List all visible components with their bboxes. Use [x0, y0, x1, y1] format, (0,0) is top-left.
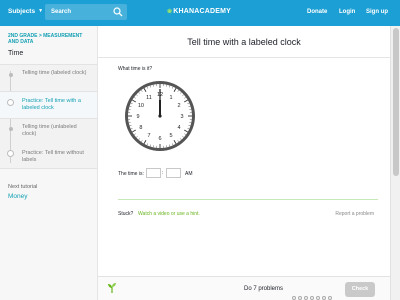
- stuck-label: Stuck?: [118, 211, 134, 217]
- hint-divider: [118, 199, 378, 200]
- exercise-dot-icon: [7, 150, 14, 157]
- progress-dot: [304, 296, 308, 300]
- time-label: The time is:: [118, 171, 144, 177]
- next-tutorial-label: Next tutorial: [8, 184, 38, 190]
- search-box[interactable]: Search: [45, 4, 127, 20]
- question-text: What time is it?: [118, 66, 153, 72]
- clock-center: [158, 114, 162, 118]
- donate-link[interactable]: Donate: [307, 9, 327, 15]
- clock-number: 6: [158, 136, 161, 142]
- khan-academy-logo[interactable]: ❀KHANACADEMY: [167, 8, 231, 15]
- search-icon[interactable]: [113, 7, 123, 17]
- hint-link[interactable]: Watch a video or use a hint.: [138, 211, 200, 217]
- clock-number: 11: [146, 95, 152, 101]
- subjects-label: Subjects: [8, 8, 36, 15]
- exercise-footer: Do 7 problems Check: [98, 276, 390, 300]
- clock-number: 5: [169, 133, 172, 139]
- page-title: Time: [8, 50, 24, 57]
- top-navigation-bar: Subjects ▼ Search ❀KHANACADEMY Donate Log…: [0, 0, 400, 26]
- clock-number: 9: [136, 114, 139, 120]
- check-button[interactable]: Check: [345, 282, 375, 297]
- tutorial-item-label: Practice: Tell time with a labeled clock: [22, 98, 81, 111]
- progress-dot: [316, 296, 320, 300]
- subjects-menu[interactable]: Subjects ▼: [8, 8, 43, 15]
- divider: [98, 57, 390, 58]
- next-tutorial-link[interactable]: Money: [8, 193, 28, 200]
- tutorial-item-label: Practice: Tell time without labels: [22, 150, 84, 163]
- time-separator: :: [162, 170, 164, 176]
- video-dot-icon: [8, 127, 13, 131]
- sprout-icon: [108, 283, 116, 293]
- progress-dot: [292, 296, 296, 300]
- clock-face: 121234567891011: [125, 81, 195, 151]
- minute-input[interactable]: [166, 168, 181, 178]
- clock-number: 2: [178, 103, 181, 109]
- progress-dot: [298, 296, 302, 300]
- tutorial-item-label: Telling time (unlabeled clock): [22, 124, 77, 137]
- clock-number: 4: [178, 125, 181, 131]
- breadcrumb[interactable]: 2ND GRADE > MEASUREMENT AND DATA: [8, 33, 94, 45]
- tutorial-item-label: Telling time (labeled clock): [22, 70, 87, 76]
- progress-dot: [322, 296, 326, 300]
- am-pm-label: AM: [185, 171, 193, 177]
- chevron-down-icon: ▼: [38, 8, 44, 14]
- clock-number: 7: [147, 133, 150, 139]
- tutorial-list: Telling time (labeled clock) Practice: T…: [0, 64, 97, 169]
- clock-number: 1: [169, 95, 172, 101]
- tutorial-item-practice-unlabeled[interactable]: Practice: Tell time without labels: [0, 147, 97, 169]
- scrollbar[interactable]: [390, 26, 400, 300]
- problem-count-label: Do 7 problems: [244, 286, 284, 292]
- progress-dots: [292, 287, 334, 300]
- clock-number: 3: [180, 114, 183, 120]
- exercise-title: Tell time with a labeled clock: [187, 37, 301, 47]
- exercise-dot-icon: [7, 99, 14, 106]
- sidebar: 2ND GRADE > MEASUREMENT AND DATA Time Te…: [0, 26, 98, 300]
- signup-link[interactable]: Sign up: [366, 9, 388, 15]
- tutorial-item-telling-time-unlabeled[interactable]: Telling time (unlabeled clock): [0, 122, 97, 144]
- video-dot-icon: [8, 73, 13, 77]
- search-input[interactable]: Search: [51, 9, 71, 15]
- tutorial-item-practice-labeled[interactable]: Practice: Tell time with a labeled clock: [0, 91, 97, 119]
- clock-number: 8: [139, 125, 142, 131]
- progress-dot: [328, 296, 332, 300]
- leaf-icon: ❀: [167, 9, 173, 15]
- exercise-panel: Tell time with a labeled clock What time…: [98, 26, 390, 300]
- scrollbar-thumb[interactable]: [393, 28, 399, 176]
- login-link[interactable]: Login: [339, 9, 355, 15]
- logo-text: KHANACADEMY: [173, 8, 232, 15]
- hour-input[interactable]: [146, 168, 161, 178]
- progress-dot: [310, 296, 314, 300]
- tutorial-item-telling-time-labeled[interactable]: Telling time (labeled clock): [0, 68, 97, 90]
- report-problem-link[interactable]: Report a problem: [335, 211, 374, 217]
- clock-number: 10: [138, 103, 144, 109]
